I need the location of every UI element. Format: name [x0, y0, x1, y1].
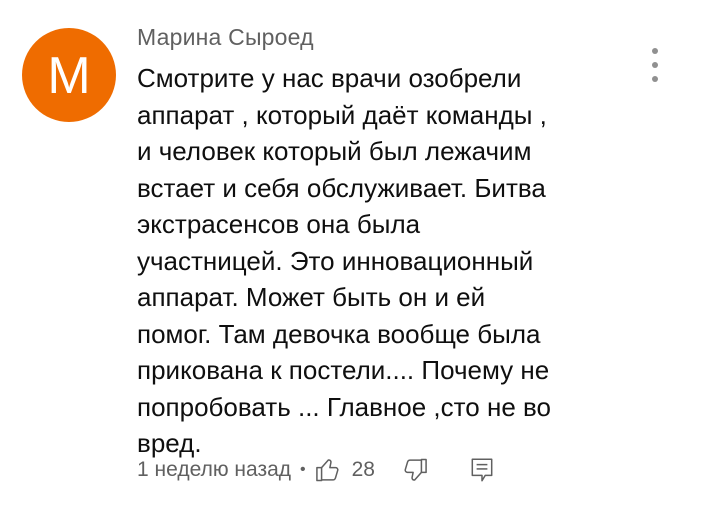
- thumb-up-icon: [315, 459, 339, 482]
- menu-dot: [652, 76, 658, 82]
- comment-text: Смотрите у нас врачи озобрели аппарат , …: [137, 63, 551, 458]
- reply-icon: [471, 458, 493, 482]
- dislike-button[interactable]: [401, 456, 429, 484]
- avatar[interactable]: М: [22, 28, 116, 122]
- more-vert-icon[interactable]: [640, 42, 670, 88]
- author-name[interactable]: Марина Сыроед: [137, 24, 314, 51]
- separator-dot: •: [300, 461, 306, 478]
- avatar-letter: М: [47, 47, 91, 105]
- thumb-down-icon: [404, 458, 427, 481]
- like-count: 28: [351, 458, 375, 481]
- timestamp[interactable]: 1 неделю назад: [137, 458, 291, 482]
- menu-dot: [652, 48, 658, 54]
- menu-dot: [652, 62, 658, 68]
- reply-button[interactable]: [469, 456, 495, 484]
- like-button[interactable]: [314, 456, 342, 484]
- comment-actions: 1 неделю назад • 28: [137, 452, 495, 488]
- comment: М Марина Сыроед Смотрите у нас врачи озо…: [0, 0, 720, 522]
